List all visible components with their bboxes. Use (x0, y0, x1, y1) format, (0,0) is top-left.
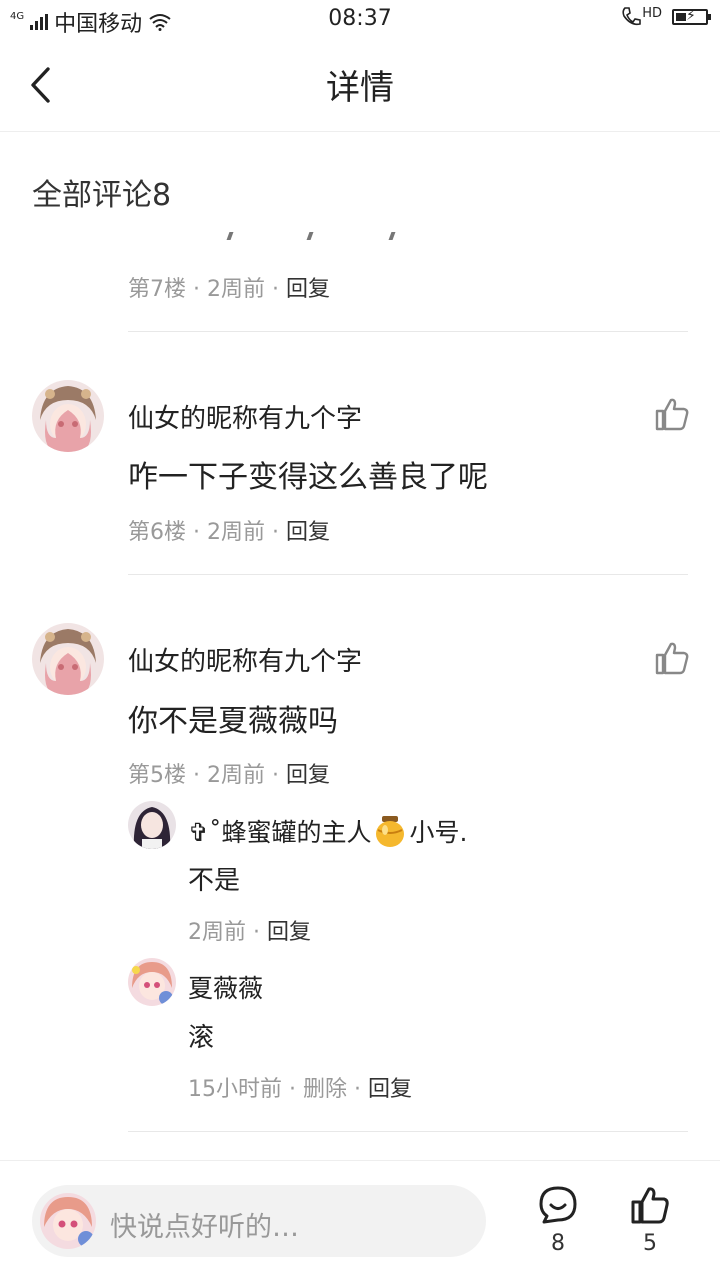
post-time: 2周前 (206, 763, 265, 788)
reply-button[interactable]: 回复 (368, 1077, 412, 1102)
comment-text: 咋一下子变得这么善良了呢 (128, 460, 488, 495)
reply-button[interactable]: 回复 (286, 763, 330, 788)
comment-input-placeholder: 快说点好听的… (110, 1212, 299, 1243)
hd-call-icon: HD (621, 6, 662, 28)
reply-text: 不是 (188, 866, 241, 896)
divider (128, 331, 688, 332)
thumbs-up-icon (655, 398, 689, 431)
divider (128, 574, 688, 575)
comment-count: 8 (551, 1231, 565, 1256)
reply-username-text: ✞˚蜂蜜罐的主人 (188, 818, 372, 847)
reply-button[interactable]: 回复 (286, 277, 330, 302)
thumbs-up-icon (631, 1187, 669, 1224)
comments-count-title: 全部评论8 (32, 178, 172, 213)
clipped-content (128, 230, 428, 244)
reply-button[interactable]: 回复 (267, 920, 311, 945)
delete-button[interactable]: 删除 (303, 1077, 347, 1102)
comment-bubble-icon (539, 1186, 577, 1224)
avatar[interactable] (32, 623, 104, 695)
username[interactable]: 仙女的昵称有九个字 (128, 641, 362, 678)
reply-meta: 15小时前 · 删除 · 回复 (188, 1077, 412, 1102)
bottom-bar: 快说点好听的… 8 5 (0, 1160, 720, 1280)
like-post-button[interactable]: 5 (620, 1185, 680, 1256)
reply-button[interactable]: 回复 (286, 520, 330, 545)
post-time: 2周前 (206, 520, 265, 545)
avatar[interactable] (32, 380, 104, 452)
like-button[interactable] (654, 396, 690, 432)
username[interactable]: 仙女的昵称有九个字 (128, 398, 362, 435)
nav-header: 详情 (0, 38, 720, 132)
battery-icon: ⚡ (672, 8, 711, 25)
clock: 08:37 (328, 6, 392, 31)
divider (128, 1131, 688, 1132)
post-time: 2周前 (206, 277, 265, 302)
floor-meta: 第5楼 · 2周前 · 回复 (128, 763, 330, 788)
reply-username[interactable]: ✞˚蜂蜜罐的主人 🍯 小号. (188, 813, 467, 849)
comment-text: 你不是夏薇薇吗 (128, 704, 338, 739)
floor-number: 第7楼 (128, 277, 186, 302)
like-count: 5 (643, 1231, 657, 1256)
like-button[interactable] (654, 640, 690, 676)
comments-button[interactable]: 8 (528, 1185, 588, 1256)
reply-avatar[interactable] (128, 958, 176, 1006)
status-bar: 4G 中国移动 08:37 HD ⚡ (0, 0, 720, 38)
my-avatar (40, 1193, 96, 1249)
reply-avatar[interactable] (128, 801, 176, 849)
reply-text: 滚 (188, 1023, 215, 1053)
reply-username[interactable]: 夏薇薇 (188, 969, 263, 1005)
reply-username-suffix: 小号. (409, 818, 468, 847)
thumbs-up-icon (655, 642, 689, 675)
page-title: 详情 (326, 68, 394, 108)
reply-meta: 2周前 · 回复 (188, 920, 311, 945)
floor-number: 第5楼 (128, 763, 186, 788)
reply-time: 15小时前 (188, 1077, 282, 1102)
reply-time: 2周前 (188, 920, 246, 945)
floor-meta: 第6楼 · 2周前 · 回复 (128, 520, 330, 545)
floor-number: 第6楼 (128, 520, 186, 545)
hd-label: HD (642, 6, 662, 21)
comment-input[interactable]: 快说点好听的… (32, 1185, 486, 1257)
floor-meta: 第7楼 · 2周前 · 回复 (128, 277, 330, 302)
honey-pot-icon (376, 816, 405, 847)
